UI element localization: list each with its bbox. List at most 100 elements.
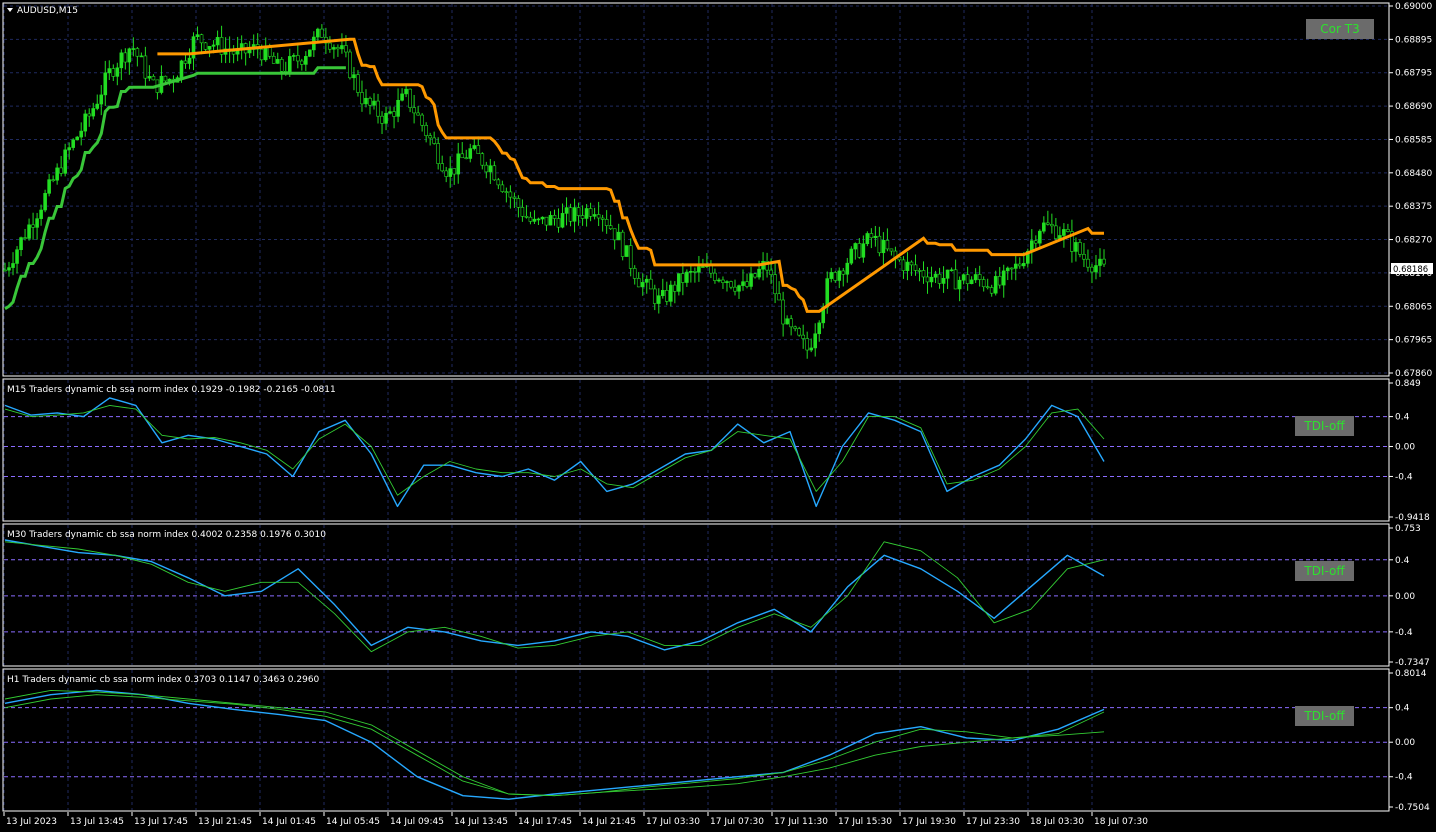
candle-body [496, 179, 501, 186]
candle-body [697, 266, 701, 273]
candle-body [392, 111, 396, 117]
candle-body [925, 276, 930, 283]
candle-body [47, 179, 51, 194]
osc-tick-label: 0.849 [1395, 379, 1421, 389]
candle-body [440, 163, 444, 172]
candle-body [360, 92, 364, 105]
osc-tick-label: -0.4 [1395, 472, 1413, 482]
tdi-off-button-m30[interactable]: TDI-off [1295, 561, 1354, 581]
price-tick-label: 0.69000 [1395, 2, 1432, 12]
candle-body [665, 290, 669, 302]
candle-body [512, 196, 517, 199]
candle-body [432, 137, 436, 144]
candle-body [183, 60, 188, 64]
candle-body [580, 215, 585, 219]
candle-body [203, 42, 208, 50]
candle-body [384, 113, 388, 124]
candle-body [817, 322, 822, 335]
price-tick-label: 0.68795 [1395, 69, 1432, 79]
candle-body [612, 228, 617, 241]
candle-body [969, 279, 974, 285]
candle-body [797, 328, 801, 336]
candle-body [981, 279, 986, 288]
candle-body [1094, 265, 1098, 273]
candle-body [544, 216, 549, 226]
candle-body [143, 55, 148, 79]
x-tick-label: 13 Jul 13:45 [70, 817, 124, 827]
candle-body [632, 268, 637, 279]
candle-body [592, 214, 597, 217]
candle-body [59, 167, 63, 174]
candle-body [364, 97, 368, 105]
candle-body [1066, 229, 1070, 232]
candle-body [231, 51, 236, 55]
candle-body [304, 56, 308, 65]
candle-body [472, 145, 477, 149]
candle-body [709, 265, 713, 274]
candle-body [953, 269, 958, 290]
symbol-title[interactable]: AUDUSD,M15 [7, 6, 78, 16]
candle-body [476, 145, 481, 155]
candle-body [841, 270, 846, 275]
candle-body [861, 243, 866, 258]
candle-body [1090, 266, 1094, 273]
candle-body [348, 51, 352, 79]
price-tick-label: 0.68480 [1395, 169, 1432, 179]
candle-body [356, 74, 360, 93]
candle-body [279, 59, 284, 72]
candle-body [91, 108, 96, 117]
candle-body [35, 218, 39, 228]
candle-body [753, 273, 757, 278]
candle-body [937, 273, 942, 284]
candle-body [881, 240, 886, 254]
candle-body [785, 318, 789, 325]
price-tick-label: 0.68895 [1395, 35, 1432, 45]
cor-t3-button[interactable]: Cor T3 [1306, 19, 1374, 39]
candle-body [773, 274, 777, 295]
candle-body [1078, 242, 1082, 255]
candle-body [376, 100, 380, 117]
candle-body [412, 107, 416, 114]
candle-body [295, 55, 300, 62]
candle-body [39, 209, 43, 219]
candle-body [452, 168, 457, 175]
candle-body [652, 288, 657, 304]
candle-body [997, 276, 1002, 286]
x-tick-label: 18 Jul 03:30 [1030, 817, 1084, 827]
candle-body [536, 218, 541, 221]
candle-body [564, 207, 569, 214]
tdi-off-button-m15[interactable]: TDI-off [1295, 416, 1354, 436]
candle-body [388, 111, 392, 114]
candle-body [87, 113, 92, 117]
m30-indicator-title: M30 Traders dynamic cb ssa norm index 0.… [7, 530, 326, 540]
candle-body [488, 165, 493, 173]
candle-body [75, 136, 79, 141]
candle-body [624, 245, 629, 257]
candle-body [400, 93, 404, 101]
candle-body [957, 279, 962, 290]
candle-body [917, 270, 922, 272]
current-price-label: 0.68186 [1393, 265, 1428, 275]
candle-body [1074, 242, 1078, 252]
candle-body [308, 49, 312, 57]
candle-body [428, 135, 432, 139]
candle-body [516, 198, 521, 208]
price-tick-label: 0.67860 [1395, 369, 1432, 379]
candle-body [556, 218, 561, 228]
candle-body [380, 115, 384, 124]
candle-body [215, 37, 220, 46]
tdi-off-button-h1[interactable]: TDI-off [1295, 706, 1354, 726]
candle-body [540, 216, 545, 220]
candle-body [139, 55, 144, 58]
chart-canvas[interactable]: 0.69000 0.68895 0.68795 0.68690 0.68585 0.684… [0, 0, 1436, 832]
candle-body [829, 272, 834, 279]
candle-body [600, 217, 605, 220]
candle-body [636, 278, 641, 288]
osc-tick-label: 0.8014 [1395, 669, 1427, 679]
candle-body [993, 276, 998, 294]
x-tick-label: 14 Jul 01:45 [262, 817, 316, 827]
candle-body [11, 263, 15, 268]
candle-body [271, 55, 276, 64]
candle-body [444, 170, 449, 177]
candle-body [67, 147, 71, 151]
